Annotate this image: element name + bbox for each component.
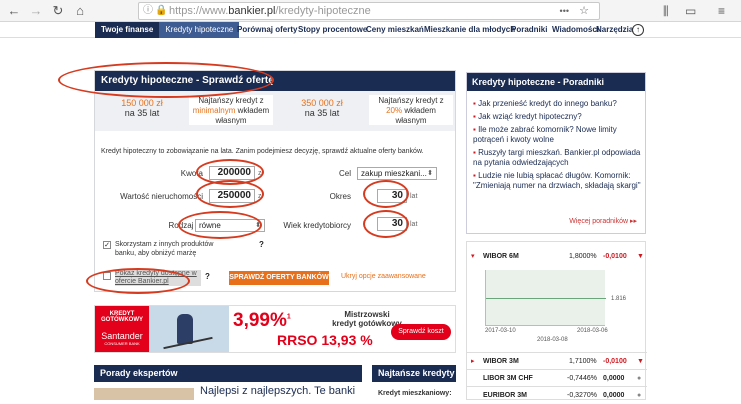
sidebar-icon[interactable]: ▭ (685, 3, 696, 19)
nav-narzedzia[interactable]: Narzędzia (596, 22, 633, 38)
scroll-up-icon[interactable]: ↑ (632, 24, 644, 36)
banner-rrso: RRSO 13,93 % (277, 332, 373, 348)
down-arrow-icon: ▼ (637, 253, 644, 260)
guide-item[interactable]: ▪ Ruszyły targi mieszkań. Bankier.pl odp… (473, 148, 641, 168)
site-navigation: Twoje finanse Kredyty hipoteczne Porówna… (0, 22, 741, 38)
annotation-ring (86, 268, 190, 294)
neutral-dot-icon: ● (637, 392, 642, 399)
chart-value-label: 1.816 (611, 296, 627, 302)
nav-stopy-procentowe[interactable]: Stopy procentowe (298, 22, 367, 38)
rates-widget: ▾ WIBOR 6M 1,8000% -0,0100 ▼ 1.816 2017-… (466, 241, 647, 403)
neutral-dot-icon: ● (637, 375, 642, 382)
promo-20-deposit[interactable]: Najtańszy kredyt z 20% wkładem własnym (369, 95, 453, 125)
guides-title: Kredyty hipoteczne - Poradniki (467, 73, 645, 91)
mortgage-calculator: Kredyty hipoteczne - Sprawdź ofertę 150 … (94, 70, 456, 292)
lock-icon: 🔒 (155, 5, 168, 16)
santander-ad-banner[interactable]: KREDYT GOTÓWKOWY Santander CONSUMER BANK… (94, 305, 456, 353)
help-icon[interactable]: ? (259, 240, 264, 249)
santander-logo-block: KREDYT GOTÓWKOWY Santander CONSUMER BANK (95, 306, 149, 352)
wartosc-label: Wartość nieruchomości (120, 192, 203, 201)
nav-mieszkanie-dla-mlodych[interactable]: Mieszkanie dla młodych (424, 22, 515, 38)
expand-triangle-icon: ▸ (471, 358, 475, 365)
bookmark-star-icon[interactable]: ☆ (579, 3, 589, 19)
other-products-checkbox[interactable]: ✓ (103, 241, 111, 249)
banner-rate: 3,99%1 (233, 310, 291, 331)
check-offers-button[interactable]: SPRAWDŹ OFERTY BANKÓW (229, 271, 329, 285)
chart-date-center: 2018-03-08 (537, 337, 568, 343)
url-path: /kredyty-hipoteczne (275, 5, 371, 17)
more-guides-link[interactable]: Więcej poradników ▸▸ (569, 217, 637, 225)
chevron-down-icon: ⬍ (427, 170, 433, 177)
help-icon-2[interactable]: ? (205, 272, 210, 281)
annotation-ring (58, 62, 274, 98)
kwota-label: Kwota (180, 169, 203, 178)
experts-section-title: Porady ekspertów (94, 365, 362, 382)
expert-photo (94, 388, 194, 400)
guide-item[interactable]: ▪ Jak przenieść kredyt do innego banku? (473, 99, 641, 109)
okres-unit: lat (410, 193, 418, 200)
collapse-triangle-icon: ▾ (471, 253, 475, 260)
nav-poradniki[interactable]: Poradniki (511, 22, 547, 38)
hamburger-menu-icon[interactable]: ≡ (718, 3, 725, 19)
down-arrow-icon: ▼ (637, 358, 644, 365)
url-host: https://www. (169, 5, 229, 17)
info-icon: ⓘ (143, 5, 153, 16)
browser-toolbar: ← → ↻ ⌂ ⓘ 🔒 https://www.bankier.pl/kredy… (0, 0, 741, 22)
home-icon[interactable]: ⌂ (72, 3, 88, 19)
expert-article-link[interactable]: Najlepsi z najlepszych. Te banki (200, 385, 355, 397)
okres-label: Okres (329, 192, 351, 201)
back-icon[interactable]: ← (6, 3, 22, 19)
nav-wiadomosci[interactable]: Wiadomości (552, 22, 599, 38)
banner-cta-button[interactable]: Sprawdź koszt (391, 324, 451, 340)
library-icon[interactable]: ⫼ (663, 3, 669, 19)
nav-porownaj-oferty[interactable]: Porównaj oferty (237, 22, 297, 38)
intro-text: Kredyt hipoteczny to zobowiązanie na lat… (101, 148, 424, 155)
promo-min-deposit[interactable]: Najtańszy kredyt z minimalnym wkładem wł… (189, 95, 273, 125)
latest-row-label: Kredyt mieszkaniowy: (378, 390, 452, 397)
address-bar[interactable]: ⓘ 🔒 https://www.bankier.pl/kredyty-hipot… (138, 2, 600, 20)
promo-150k[interactable]: 150 000 zł na 35 lat (99, 95, 185, 125)
santander-brand: Santander (101, 331, 143, 341)
annotation-ring (178, 211, 262, 239)
forward-icon[interactable]: → (28, 3, 44, 19)
reload-icon[interactable]: ↻ (50, 3, 66, 19)
guide-item[interactable]: ▪ Ile może zabrać komornik? Nowe limity … (473, 125, 641, 145)
chart-date-left: 2017-03-10 (485, 328, 516, 334)
tab-twoje-finanse[interactable]: Twoje finanse (95, 22, 160, 38)
calculator-form: Kredyt hipoteczny to zobowiązanie na lat… (95, 131, 455, 291)
cel-select[interactable]: zakup mieszkani... ⬍ (357, 167, 437, 180)
annotation-ring (196, 180, 264, 208)
nav-ceny-mieszkan[interactable]: Ceny mieszkań (366, 22, 424, 38)
annotation-ring (363, 210, 409, 238)
rate-sparkline (485, 270, 606, 326)
guide-item[interactable]: ▪ Jak wziąć kredyt hipoteczny? (473, 112, 641, 122)
latest-section-title: Najtańsze kredyty (372, 365, 456, 382)
guide-item[interactable]: ▪ Ludzie nie lubią spłacać długów. Komor… (473, 171, 641, 191)
page-actions-menu[interactable]: ••• (560, 3, 569, 19)
wiek-unit: lat (410, 221, 418, 228)
rate-row[interactable]: ▸ WIBOR 3M 1,7100% -0,0100 ▼ (467, 352, 647, 369)
rate-row-wibor6m[interactable]: ▾ WIBOR 6M 1,8000% -0,0100 ▼ (467, 248, 647, 265)
advanced-options-link[interactable]: Ukryj opcje zaawansowane (341, 273, 426, 280)
cel-label: Cel (338, 169, 351, 178)
wiek-label: Wiek kredytobiorcy (283, 221, 351, 230)
rate-row[interactable]: LIBOR 3M CHF -0,7446% 0,0000 ● (467, 369, 647, 386)
promo-350k[interactable]: 350 000 zł na 35 lat (279, 95, 365, 125)
annotation-ring (363, 180, 409, 208)
skier-image (149, 306, 229, 352)
other-products-label: Skorzystam z innych produktów banku, aby… (115, 241, 214, 257)
guides-box: Kredyty hipoteczne - Poradniki ▪ Jak prz… (466, 72, 646, 234)
chart-date-right: 2018-03-06 (577, 328, 608, 334)
rate-row[interactable]: EURIBOR 3M -0,3270% 0,0000 ● (467, 386, 647, 403)
tab-kredyty-hipoteczne[interactable]: Kredyty hipoteczne (159, 22, 240, 38)
url-domain: bankier.pl (228, 5, 276, 17)
